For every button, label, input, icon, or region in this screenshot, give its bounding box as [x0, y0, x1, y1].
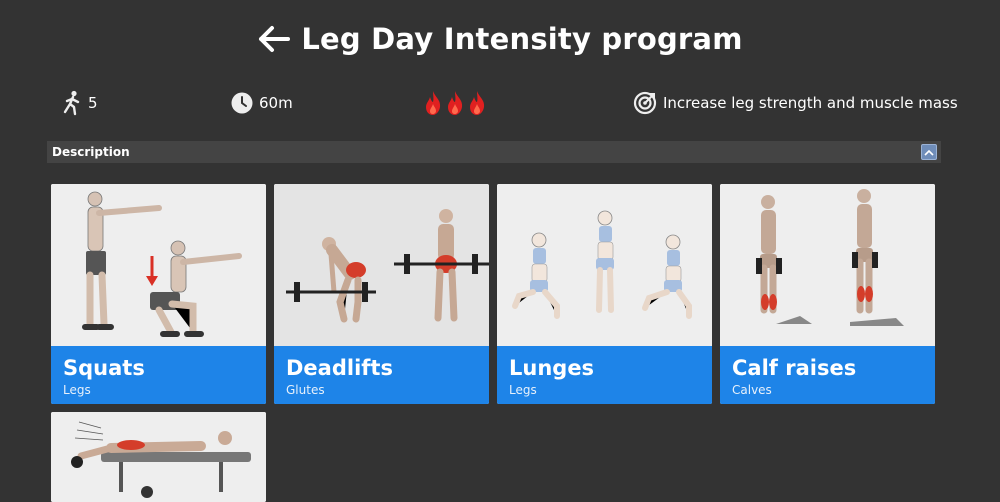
exercise-name: Deadlifts: [286, 356, 393, 380]
back-button[interactable]: [257, 22, 291, 56]
exercise-muscle: Calves: [732, 383, 772, 397]
stat-intensity: [424, 86, 486, 120]
leg-curls-illustration: [51, 412, 266, 502]
exercise-card-squats[interactable]: Squats Legs: [51, 184, 266, 404]
duration-value: 60m: [259, 94, 293, 112]
page-title: Leg Day Intensity program: [301, 22, 743, 56]
exercise-card-deadlifts[interactable]: Deadlifts Glutes: [274, 184, 489, 404]
deadlifts-illustration: [274, 184, 489, 346]
stat-goal: Increase leg strength and muscle mass: [633, 86, 958, 120]
clock-icon: [231, 92, 253, 114]
exercise-muscle: Legs: [509, 383, 537, 397]
exercise-card-calf-raises[interactable]: Calf raises Calves: [720, 184, 935, 404]
stat-exercise-count: 5: [62, 86, 98, 120]
chevron-up-icon: [924, 149, 934, 156]
exercise-count-value: 5: [88, 94, 98, 112]
intensity-flames: [424, 90, 486, 116]
collapse-button[interactable]: [921, 144, 937, 160]
card-caption: Calf raises Calves: [720, 346, 935, 404]
exercise-muscle: Glutes: [286, 383, 325, 397]
exercise-icon: [62, 90, 82, 116]
flame-icon: [426, 91, 441, 115]
stat-duration: 60m: [231, 86, 293, 120]
squats-illustration: [51, 184, 266, 346]
target-icon: [633, 91, 657, 115]
exercise-card-lunges[interactable]: Lunges Legs: [497, 184, 712, 404]
description-label: Description: [52, 145, 130, 159]
exercise-name: Lunges: [509, 356, 595, 380]
calf-raises-illustration: [720, 184, 935, 346]
program-stats: 5 60m Increase leg strength and muscle m…: [0, 86, 1000, 120]
exercise-name: Squats: [63, 356, 145, 380]
card-caption: Deadlifts Glutes: [274, 346, 489, 404]
exercise-card-leg-curls[interactable]: [51, 412, 266, 502]
page-header: Leg Day Intensity program: [0, 16, 1000, 62]
exercise-muscle: Legs: [63, 383, 91, 397]
exercise-name: Calf raises: [732, 356, 857, 380]
flame-icon: [470, 91, 485, 115]
goal-text: Increase leg strength and muscle mass: [663, 94, 958, 112]
description-toggle[interactable]: Description: [47, 141, 941, 163]
lunges-illustration: [497, 184, 712, 346]
card-caption: Lunges Legs: [497, 346, 712, 404]
flame-icon: [448, 91, 463, 115]
arrow-left-icon: [259, 26, 291, 52]
card-caption: Squats Legs: [51, 346, 266, 404]
